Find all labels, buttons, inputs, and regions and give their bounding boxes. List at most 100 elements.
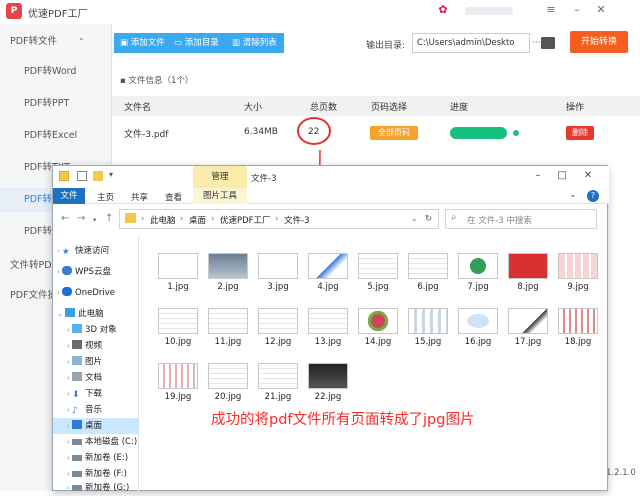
add-dir-button[interactable]: ▭ 添加目录 bbox=[168, 33, 226, 53]
new-folder-icon[interactable] bbox=[93, 171, 103, 181]
file-name-label[interactable]: 4.jpg bbox=[303, 282, 353, 292]
tab-home[interactable]: 主页 bbox=[97, 191, 114, 203]
add-file-button[interactable]: ▣ 添加文件 bbox=[114, 33, 168, 53]
close-icon[interactable]: ✕ bbox=[594, 3, 608, 17]
file-name-label[interactable]: 21.jpg bbox=[253, 392, 303, 402]
nav-downloads[interactable]: › ⬇ 下载 bbox=[53, 386, 139, 402]
address-dropdown-icon[interactable]: ⌄ bbox=[411, 214, 418, 223]
file-thumbnail[interactable] bbox=[408, 253, 448, 279]
nav-3d-objects[interactable]: › 3D 对象 bbox=[53, 322, 139, 338]
sidebar-item-pdf-ppt[interactable]: PDF转PPT bbox=[0, 92, 112, 116]
file-name-label[interactable]: 12.jpg bbox=[253, 337, 303, 347]
file-thumbnail[interactable] bbox=[358, 308, 398, 334]
file-name-label[interactable]: 6.jpg bbox=[403, 282, 453, 292]
crumb-this-pc[interactable]: 此电脑 bbox=[150, 214, 176, 226]
tab-file[interactable]: 文件 bbox=[53, 188, 85, 204]
gift-icon[interactable]: ✿ bbox=[436, 3, 450, 17]
properties-icon[interactable] bbox=[77, 171, 87, 181]
file-thumbnail[interactable] bbox=[558, 308, 598, 334]
explorer-close-icon[interactable]: ✕ bbox=[581, 170, 595, 181]
forward-icon[interactable]: → bbox=[77, 213, 85, 224]
menu-icon[interactable]: ≡ bbox=[544, 3, 558, 17]
nav-this-pc[interactable]: ⌄ 此电脑 bbox=[53, 306, 139, 322]
file-name-label[interactable]: 17.jpg bbox=[503, 337, 553, 347]
sidebar-item-pdf-word[interactable]: PDF转Word bbox=[0, 60, 112, 84]
file-thumbnail[interactable] bbox=[558, 253, 598, 279]
start-convert-button[interactable]: 开始转换 bbox=[570, 31, 628, 53]
page-range-button[interactable]: 全部页码 bbox=[370, 126, 418, 140]
minimize-icon[interactable]: – bbox=[570, 3, 584, 17]
clear-list-button[interactable]: ▥ 清除列表 bbox=[226, 33, 284, 53]
recent-locations-icon[interactable]: ▾ bbox=[93, 216, 97, 224]
nav-wps-cloud[interactable]: › WPS云盘 bbox=[53, 264, 139, 280]
file-name-label[interactable]: 9.jpg bbox=[553, 282, 603, 292]
sidebar-group-pdf-to-file[interactable]: PDF转文件 ⌃ bbox=[0, 30, 112, 54]
file-thumbnail[interactable] bbox=[408, 308, 448, 334]
crumb-current-folder[interactable]: 文件-3 bbox=[284, 214, 309, 226]
file-name-label[interactable]: 5.jpg bbox=[353, 282, 403, 292]
file-name-label[interactable]: 7.jpg bbox=[453, 282, 503, 292]
nav-onedrive[interactable]: › OneDrive bbox=[53, 285, 139, 301]
file-name-label[interactable]: 13.jpg bbox=[303, 337, 353, 347]
file-name-label[interactable]: 1.jpg bbox=[153, 282, 203, 292]
file-name-label[interactable]: 18.jpg bbox=[553, 337, 603, 347]
sidebar-item-pdf-excel[interactable]: PDF转Excel bbox=[0, 124, 112, 148]
tab-manage[interactable]: 管理 bbox=[193, 166, 247, 188]
file-thumbnail[interactable] bbox=[458, 308, 498, 334]
file-thumbnail[interactable] bbox=[208, 253, 248, 279]
quick-access-dropdown-icon[interactable]: ▾ bbox=[109, 170, 113, 179]
tab-picture-tools[interactable]: 图片工具 bbox=[193, 188, 247, 204]
file-thumbnail[interactable] bbox=[308, 308, 348, 334]
refresh-icon[interactable]: ↻ bbox=[425, 214, 432, 224]
file-thumbnail[interactable] bbox=[458, 253, 498, 279]
nav-drive-e[interactable]: › 新加卷 (E:) bbox=[53, 450, 139, 466]
file-name-label[interactable]: 15.jpg bbox=[403, 337, 453, 347]
file-thumbnail[interactable] bbox=[258, 363, 298, 389]
nav-documents[interactable]: › 文档 bbox=[53, 370, 139, 386]
file-thumbnail[interactable] bbox=[258, 253, 298, 279]
tab-share[interactable]: 共享 bbox=[131, 191, 148, 203]
file-thumbnail[interactable] bbox=[508, 253, 548, 279]
collapse-icon[interactable]: ⌄ bbox=[57, 310, 65, 318]
output-path-field[interactable]: C:\Users\admin\Deskto bbox=[412, 33, 530, 53]
file-name-label[interactable]: 10.jpg bbox=[153, 337, 203, 347]
file-thumbnail[interactable] bbox=[208, 308, 248, 334]
nav-pictures[interactable]: › 图片 bbox=[53, 354, 139, 370]
help-icon[interactable]: ? bbox=[587, 190, 599, 202]
nav-music[interactable]: › ♪ 音乐 bbox=[53, 402, 139, 418]
nav-quick-access[interactable]: › ★ 快速访问 bbox=[53, 243, 139, 259]
file-thumbnail[interactable] bbox=[208, 363, 248, 389]
crumb-desktop[interactable]: 桌面 bbox=[189, 214, 206, 226]
file-name-label[interactable]: 16.jpg bbox=[453, 337, 503, 347]
nav-desktop[interactable]: › 桌面 bbox=[53, 418, 139, 434]
file-name-label[interactable]: 14.jpg bbox=[353, 337, 403, 347]
file-thumbnail[interactable] bbox=[308, 253, 348, 279]
file-name-label[interactable]: 22.jpg bbox=[303, 392, 353, 402]
up-icon[interactable]: ↑ bbox=[105, 213, 113, 224]
file-name-label[interactable]: 19.jpg bbox=[153, 392, 203, 402]
nav-drive-c[interactable]: › 本地磁盘 (C:) bbox=[53, 434, 139, 450]
file-name-label[interactable]: 11.jpg bbox=[203, 337, 253, 347]
user-area[interactable] bbox=[465, 7, 513, 15]
crumb-app-folder[interactable]: 优速PDF工厂 bbox=[220, 214, 271, 226]
file-thumbnail[interactable] bbox=[158, 363, 198, 389]
file-name-label[interactable]: 8.jpg bbox=[503, 282, 553, 292]
file-thumbnail[interactable] bbox=[158, 253, 198, 279]
explorer-minimize-icon[interactable]: – bbox=[531, 170, 545, 181]
nav-videos[interactable]: › 视频 bbox=[53, 338, 139, 354]
tab-view[interactable]: 查看 bbox=[165, 191, 182, 203]
file-thumbnail[interactable] bbox=[158, 308, 198, 334]
open-folder-icon[interactable] bbox=[541, 37, 555, 49]
nav-drive-g[interactable]: › 新加卷 (G:) bbox=[53, 480, 139, 496]
file-thumbnail[interactable] bbox=[508, 308, 548, 334]
file-name-label[interactable]: 20.jpg bbox=[203, 392, 253, 402]
file-thumbnail[interactable] bbox=[258, 308, 298, 334]
file-thumbnail[interactable] bbox=[358, 253, 398, 279]
file-thumbnail[interactable] bbox=[308, 363, 348, 389]
back-icon[interactable]: ← bbox=[61, 213, 69, 224]
ribbon-expand-icon[interactable]: ⌄ bbox=[569, 190, 577, 200]
file-name-label[interactable]: 2.jpg bbox=[203, 282, 253, 292]
file-name-label[interactable]: 3.jpg bbox=[253, 282, 303, 292]
explorer-maximize-icon[interactable]: □ bbox=[555, 170, 569, 181]
delete-button[interactable]: 删除 bbox=[566, 126, 594, 140]
